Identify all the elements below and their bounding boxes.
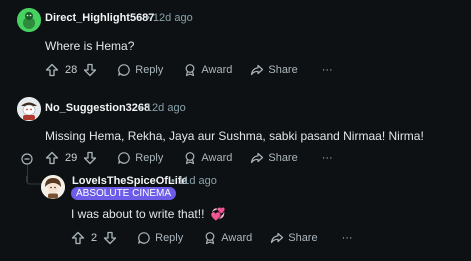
- meta-separator: •: [171, 175, 175, 187]
- award-button[interactable]: Award: [183, 63, 232, 77]
- avatar[interactable]: [41, 175, 65, 199]
- comment-timestamp[interactable]: 11d ago: [178, 175, 217, 187]
- reply-button[interactable]: Reply: [117, 151, 163, 165]
- vote-count: 29: [65, 152, 78, 164]
- collapse-minus-icon: [21, 153, 33, 165]
- comment-body: Missing Hema, Rekha, Jaya aur Sushma, sa…: [45, 129, 424, 143]
- comment-body: I was about to write that!! 💞: [71, 207, 226, 221]
- comment-thread: Direct_Highlight5687 • 12d ago Where is …: [0, 0, 471, 261]
- upvote-button[interactable]: [45, 63, 59, 77]
- comment-action-bar: 28 Reply Award Share ···: [45, 60, 333, 80]
- avatar[interactable]: [17, 8, 41, 32]
- reply-label: Reply: [155, 232, 184, 244]
- more-options-icon: ···: [321, 152, 333, 164]
- upvote-button[interactable]: [45, 151, 59, 165]
- downvote-arrow-icon: [103, 231, 117, 245]
- upvote-arrow-icon: [45, 151, 59, 165]
- downvote-button[interactable]: [103, 231, 117, 245]
- comment-bubble-icon: [118, 64, 130, 76]
- comment-body-text: I was about to write that!!: [71, 207, 205, 221]
- award-label: Award: [201, 64, 233, 76]
- vote-count: 28: [65, 64, 78, 76]
- user-flair-badge: ABSOLUTE CINEMA: [71, 187, 177, 200]
- comment-meta: • 11d ago: [171, 175, 217, 187]
- share-label: Share: [288, 232, 318, 244]
- reply-label: Reply: [135, 152, 164, 164]
- comment-body: Where is Hema?: [45, 39, 135, 53]
- upvote-arrow-icon: [71, 231, 85, 245]
- meta-separator: •: [139, 102, 143, 114]
- downvote-button[interactable]: [83, 63, 97, 77]
- reply-label: Reply: [135, 64, 164, 76]
- award-icon: [185, 152, 195, 165]
- comment-bubble-icon: [118, 152, 130, 164]
- downvote-arrow-icon: [84, 151, 97, 165]
- comment-timestamp[interactable]: 12d ago: [153, 12, 193, 24]
- award-label: Award: [221, 232, 253, 244]
- avatar[interactable]: [17, 97, 41, 121]
- share-label: Share: [268, 64, 298, 76]
- comment-meta: • 12d ago: [146, 12, 193, 24]
- snoo-avatar-icon: [41, 175, 65, 199]
- snoo-avatar-icon: [17, 97, 41, 121]
- share-button[interactable]: Share: [270, 231, 318, 245]
- vote-count: 2: [91, 232, 98, 244]
- more-options-icon: ···: [321, 64, 333, 76]
- award-button[interactable]: Award: [183, 151, 232, 165]
- snoo-avatar-icon: [17, 8, 41, 32]
- upvote-arrow-icon: [45, 63, 59, 77]
- share-arrow-icon: [251, 64, 264, 76]
- comment-action-bar: 2 Reply Award Share ···: [71, 228, 353, 248]
- share-arrow-icon: [271, 232, 284, 244]
- more-options-button[interactable]: ···: [342, 232, 353, 244]
- award-icon: [205, 232, 215, 245]
- award-button[interactable]: Award: [203, 231, 252, 245]
- comment-timestamp[interactable]: 12d ago: [146, 102, 186, 114]
- comment-action-bar: 29 Reply Award Share ···: [45, 148, 333, 168]
- comment-bubble-icon: [138, 232, 150, 244]
- comment-username[interactable]: Direct_Highlight5687: [45, 12, 154, 24]
- more-options-button[interactable]: ···: [322, 64, 333, 76]
- award-icon: [185, 64, 195, 77]
- share-label: Share: [268, 152, 298, 164]
- comment-username[interactable]: No_Suggestion3268: [45, 102, 150, 114]
- comment-meta: • 12d ago: [139, 102, 186, 114]
- share-button[interactable]: Share: [250, 151, 298, 165]
- share-button[interactable]: Share: [250, 63, 298, 77]
- award-label: Award: [201, 152, 233, 164]
- upvote-button[interactable]: [71, 231, 85, 245]
- heart-emoji: 💞: [210, 207, 226, 221]
- downvote-button[interactable]: [83, 151, 97, 165]
- more-options-icon: ···: [341, 232, 353, 244]
- meta-separator: •: [146, 12, 150, 24]
- reply-button[interactable]: Reply: [137, 231, 183, 245]
- thread-connector: [26, 176, 42, 185]
- share-arrow-icon: [251, 152, 264, 164]
- more-options-button[interactable]: ···: [322, 152, 333, 164]
- reply-button[interactable]: Reply: [117, 63, 163, 77]
- downvote-arrow-icon: [84, 63, 97, 77]
- collapse-thread-button[interactable]: [21, 152, 33, 165]
